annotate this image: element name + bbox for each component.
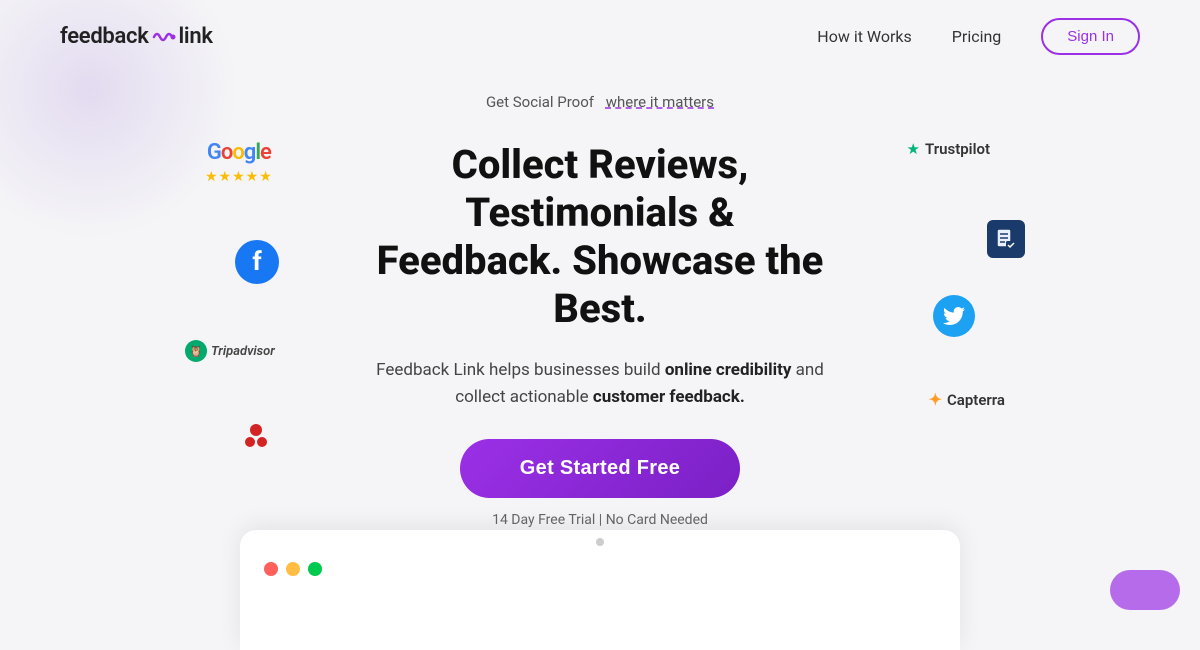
hero-body: Feedback Link helps businesses build onl… [360, 357, 840, 411]
card-scroll-dots [596, 538, 604, 546]
body-part1: Feedback Link helps businesses build [376, 360, 660, 380]
window-minimize-dot [286, 562, 300, 576]
headline-line1: Collect Reviews, Testimonials & [452, 141, 749, 236]
nav-pricing[interactable]: Pricing [952, 27, 1002, 46]
window-maximize-dot [308, 562, 322, 576]
nav: How it Works Pricing Sign In [817, 18, 1140, 55]
subtitle-static-text: Get Social Proof [486, 93, 594, 111]
body-bold1: online credibility [665, 360, 792, 380]
header: feedbacklink How it Works Pricing Sign I… [0, 0, 1200, 73]
logo-squiggle-icon [150, 27, 178, 47]
hero-subtitle: Get Social Proof where it matters [486, 93, 714, 111]
hero-headline: Collect Reviews, Testimonials & Feedback… [340, 141, 860, 333]
nav-how-it-works[interactable]: How it Works [817, 27, 912, 46]
sign-in-button[interactable]: Sign In [1041, 18, 1140, 55]
subtitle-link-text: where it matters [606, 93, 714, 111]
card-dot [596, 538, 604, 546]
hero-section: Get Social Proof where it matters Collec… [0, 73, 1200, 528]
body-bold2: customer feedback. [593, 387, 745, 407]
headline-line2: Feedback. Showcase the Best. [377, 237, 824, 332]
bottom-right-button[interactable] [1110, 570, 1180, 610]
window-close-dot [264, 562, 278, 576]
trial-text: 14 Day Free Trial | No Card Needed [492, 512, 708, 528]
cta-button[interactable]: Get Started Free [460, 439, 740, 498]
bottom-card-preview [240, 530, 960, 650]
logo-text: feedbacklink [60, 24, 213, 49]
logo[interactable]: feedbacklink [60, 24, 213, 49]
card-window-controls [264, 562, 322, 576]
